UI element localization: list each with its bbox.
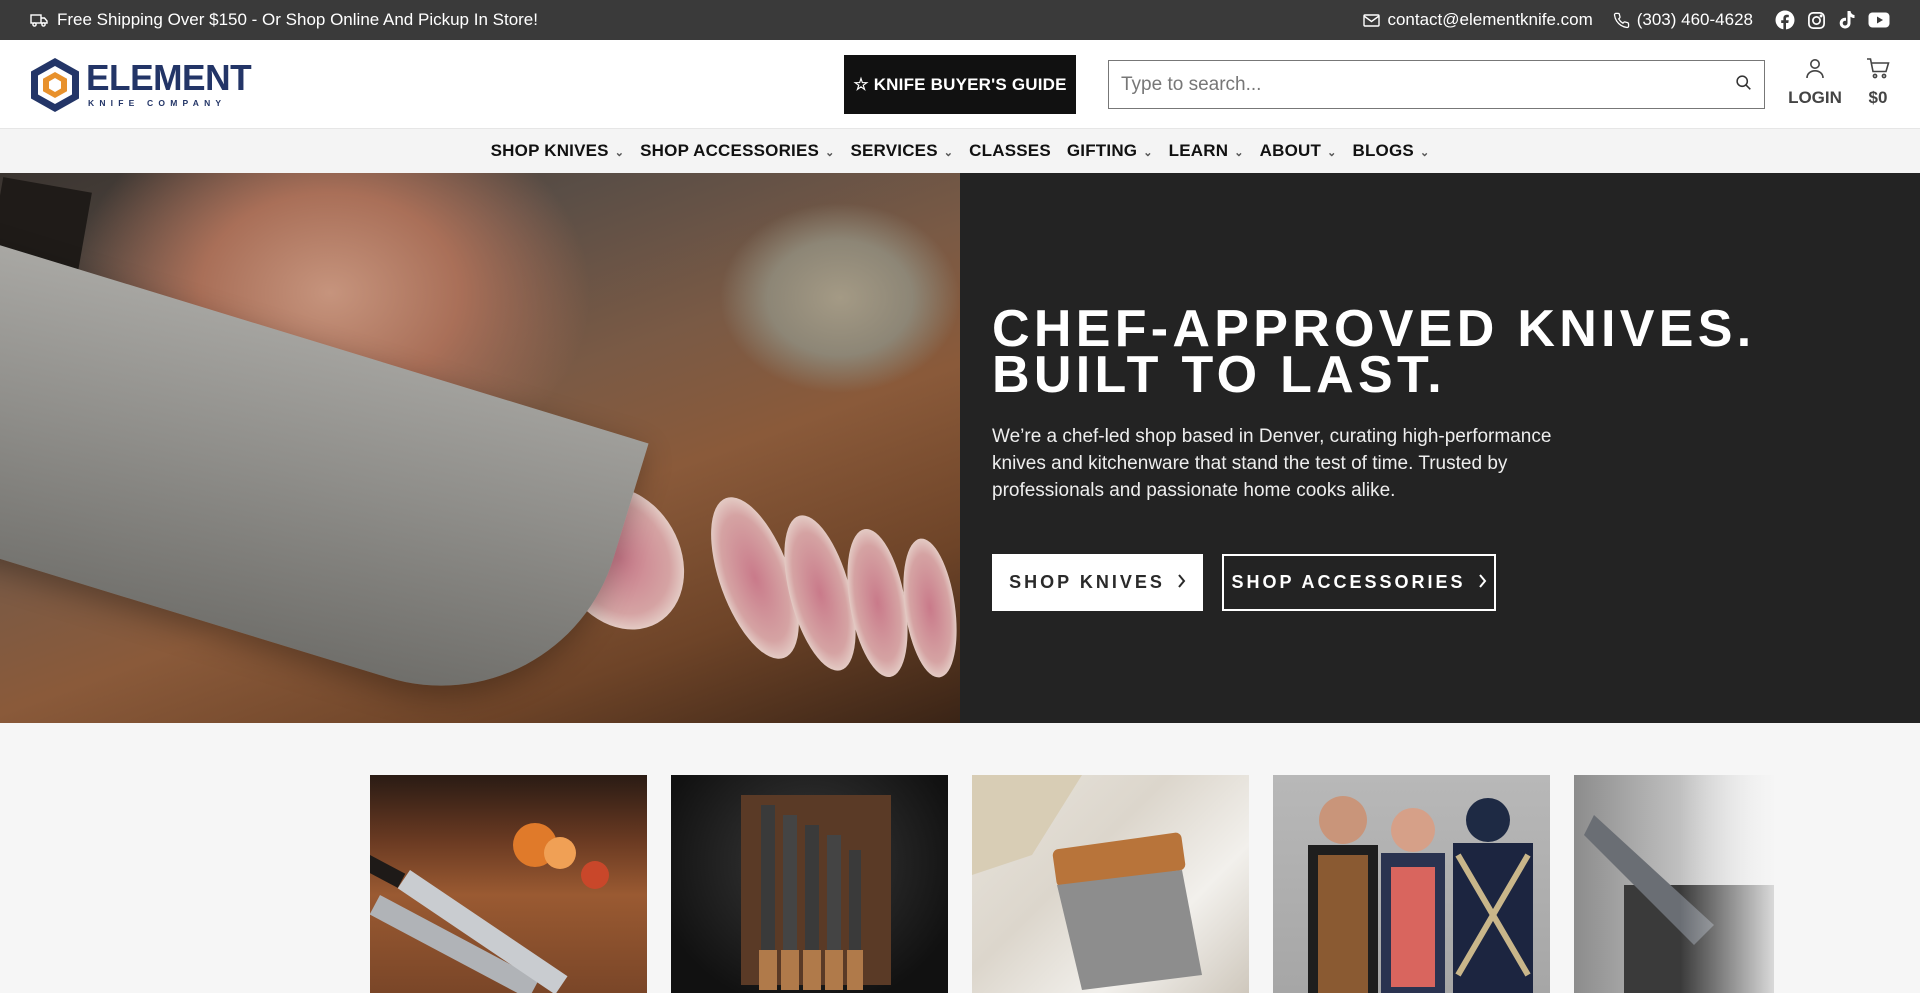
- chevron-down-icon: ⌄: [1234, 146, 1244, 159]
- button-label: SHOP ACCESSORIES: [1231, 572, 1466, 592]
- nav-label: SERVICES: [850, 141, 938, 160]
- bench-scraper-image: [972, 775, 1202, 990]
- shop-knives-button[interactable]: SHOP KNIVES: [992, 554, 1203, 611]
- knife-buyers-guide-button[interactable]: ☆ KNIFE BUYER'S GUIDE: [844, 55, 1076, 114]
- hero-banner: CHEF-APPROVED KNIVES. BUILT TO LAST. We’…: [0, 173, 1920, 723]
- nav-classes[interactable]: CLASSES: [969, 141, 1051, 161]
- tiktok-icon[interactable]: [1838, 10, 1856, 30]
- login-button[interactable]: LOGIN: [1786, 58, 1844, 108]
- mail-icon: [1363, 13, 1381, 27]
- nav-services[interactable]: SERVICES ⌄: [850, 141, 953, 161]
- facebook-icon[interactable]: [1775, 10, 1795, 30]
- aprons-image: [1308, 796, 1533, 993]
- site-logo[interactable]: ELEMENT KNIFE COMPANY: [28, 56, 252, 114]
- category-carousel: [0, 723, 1920, 993]
- hero-image: [0, 173, 960, 723]
- cart-icon: [1866, 58, 1890, 84]
- button-label: SHOP KNIVES: [1009, 572, 1165, 592]
- nav-blogs[interactable]: BLOGS ⌄: [1353, 141, 1430, 161]
- logo-wordmark: ELEMENT: [86, 57, 252, 98]
- site-header: ELEMENT KNIFE COMPANY ☆ KNIFE BUYER'S GU…: [0, 40, 1920, 128]
- youtube-icon[interactable]: [1868, 12, 1890, 28]
- shop-accessories-button[interactable]: SHOP ACCESSORIES: [1222, 554, 1496, 611]
- hero-title-line: BUILT TO LAST.: [992, 346, 1447, 404]
- chevron-down-icon: ⌄: [1327, 146, 1337, 159]
- nav-label: CLASSES: [969, 141, 1051, 160]
- search-icon[interactable]: [1735, 74, 1752, 96]
- nav-shop-knives[interactable]: SHOP KNIVES ⌄: [491, 141, 625, 161]
- buyers-guide-label: ☆ KNIFE BUYER'S GUIDE: [853, 74, 1067, 94]
- cart-total: $0: [1868, 88, 1888, 107]
- phone-link[interactable]: (303) 460-4628: [1613, 10, 1753, 30]
- chevron-down-icon: ⌄: [614, 146, 625, 159]
- nav-label: LEARN: [1168, 141, 1229, 160]
- search-box[interactable]: [1108, 60, 1765, 109]
- carousel-fade: [1680, 775, 1780, 993]
- category-card[interactable]: [1273, 775, 1550, 993]
- chevron-down-icon: ⌄: [1143, 146, 1153, 159]
- email-link[interactable]: contact@elementknife.com: [1363, 10, 1593, 30]
- category-card[interactable]: [671, 775, 948, 993]
- announcement-bar: Free Shipping Over $150 - Or Shop Online…: [0, 0, 1920, 40]
- knives-cutting-board-image: [370, 823, 609, 993]
- nav-label: GIFTING: [1066, 141, 1138, 160]
- main-nav: SHOP KNIVES ⌄ SHOP ACCESSORIES ⌄ SERVICES ⌄…: [0, 128, 1920, 173]
- hero-description: We’re a chef-led shop based in Denver, c…: [992, 426, 1552, 501]
- login-label: LOGIN: [1788, 88, 1842, 107]
- social-links: [1775, 10, 1890, 30]
- cart-button[interactable]: $0: [1862, 58, 1894, 108]
- nav-label: SHOP ACCESSORIES: [640, 141, 820, 160]
- logo-mark-icon: [31, 58, 79, 112]
- instagram-icon[interactable]: [1807, 11, 1826, 30]
- nav-shop-accessories[interactable]: SHOP ACCESSORIES ⌄: [640, 141, 834, 161]
- search-input[interactable]: [1121, 73, 1735, 96]
- category-card[interactable]: [370, 775, 647, 993]
- user-icon: [1805, 58, 1825, 84]
- nav-gifting[interactable]: GIFTING ⌄: [1067, 141, 1153, 161]
- nav-learn[interactable]: LEARN ⌄: [1169, 141, 1244, 161]
- truck-icon: [30, 13, 48, 27]
- chevron-down-icon: ⌄: [1419, 146, 1430, 159]
- nav-about[interactable]: ABOUT ⌄: [1260, 141, 1337, 161]
- chevron-down-icon: ⌄: [943, 146, 954, 159]
- hero-title: CHEF-APPROVED KNIVES. BUILT TO LAST.: [992, 303, 1872, 404]
- chevron-right-icon: [1478, 572, 1487, 593]
- phone-text: (303) 460-4628: [1636, 10, 1753, 29]
- nav-label: SHOP KNIVES: [490, 141, 609, 160]
- phone-icon: [1613, 12, 1630, 29]
- category-card[interactable]: [972, 775, 1249, 993]
- chevron-right-icon: [1177, 572, 1186, 593]
- logo-subtitle: KNIFE COMPANY: [88, 98, 227, 108]
- knife-block-image: [741, 795, 891, 990]
- chevron-down-icon: ⌄: [825, 146, 835, 159]
- email-text: contact@elementknife.com: [1387, 10, 1593, 29]
- shipping-message: Free Shipping Over $150 - Or Shop Online…: [57, 10, 538, 29]
- nav-label: ABOUT: [1259, 141, 1322, 160]
- nav-label: BLOGS: [1352, 141, 1414, 160]
